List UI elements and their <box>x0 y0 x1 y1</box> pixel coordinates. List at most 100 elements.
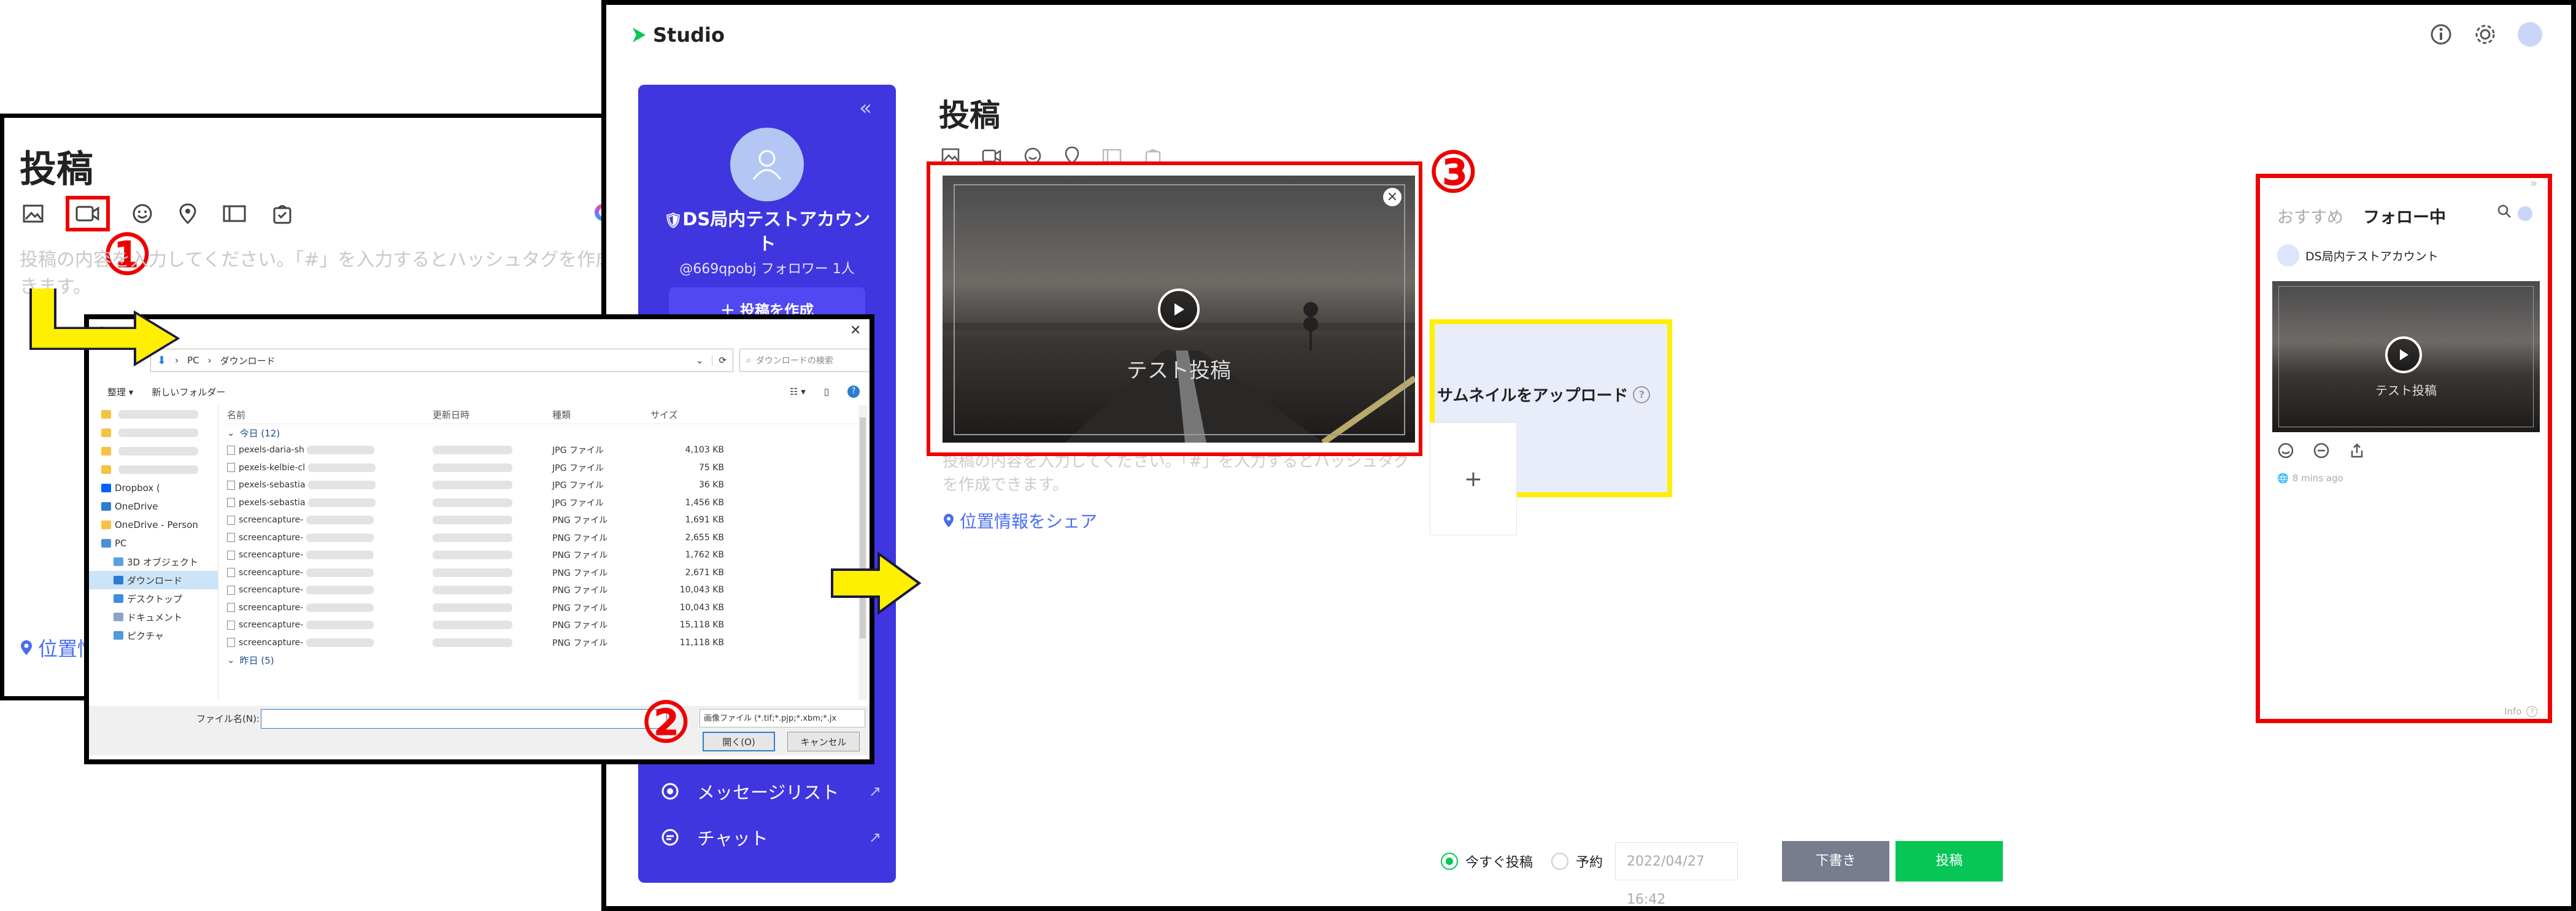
nav-item-label: ダウンロード <box>127 575 183 586</box>
nav-item[interactable]: 3D オブジェクト <box>89 552 218 571</box>
dialog-titlebar: 開く ✕ <box>89 319 870 345</box>
settings-icon[interactable] <box>2473 22 2497 47</box>
filename-bar: ファイル名(N): 画像ファイル (*.tif;*.pjp;*.xbm;*.jx… <box>89 695 870 755</box>
globe-icon: 🌐 <box>2277 473 2289 484</box>
nav-item[interactable] <box>89 424 218 442</box>
cancel-button[interactable]: キャンセル <box>787 732 860 751</box>
post-content-input[interactable]: 投稿の内容を入力してください。「#」を入力するとハッシュタグを作成できます。 <box>943 450 1421 497</box>
document-icon <box>114 613 123 621</box>
studio-topbar: Studio <box>606 5 2571 66</box>
blurred-text <box>118 428 198 437</box>
file-row[interactable]: screencapture- PNG ファイル 1,691 KB <box>221 511 859 529</box>
post-button[interactable]: 投稿 <box>1895 841 2003 882</box>
file-row[interactable]: pexels-sebastia JPG ファイル 36 KB <box>221 476 859 494</box>
emoji-icon[interactable] <box>2277 442 2294 459</box>
nav-item[interactable]: OneDrive - Person <box>89 516 218 534</box>
file-row[interactable]: screencapture- PNG ファイル 11,118 KB <box>221 634 859 652</box>
blurred-text <box>308 498 376 507</box>
col-type[interactable]: 種類 <box>552 408 650 421</box>
preview-video[interactable]: テスト投稿 <box>2272 281 2540 432</box>
nav-item[interactable]: ピクチャ <box>89 626 218 645</box>
breadcrumb-current[interactable]: ダウンロード <box>220 354 276 367</box>
nav-item[interactable]: Dropbox ( <box>89 479 218 497</box>
nav-item[interactable] <box>89 460 218 479</box>
blurred-text <box>306 621 374 630</box>
search-icon[interactable] <box>2497 204 2512 219</box>
organize-button[interactable]: 整理 ▾ <box>107 386 133 398</box>
blurred-text <box>306 533 374 542</box>
file-row[interactable]: screencapture- PNG ファイル 1,762 KB <box>221 546 859 564</box>
play-icon[interactable] <box>2385 336 2422 373</box>
preview-expand-icon[interactable]: » <box>2530 176 2537 190</box>
image-icon[interactable] <box>23 204 44 223</box>
open-button[interactable]: 開く(O) <box>703 732 775 751</box>
schedule-datetime-input[interactable]: 2022/04/27 16:42 <box>1615 842 1738 906</box>
file-row[interactable]: screencapture- PNG ファイル 2,655 KB <box>221 529 859 547</box>
share-icon[interactable] <box>2348 442 2366 459</box>
new-folder-button[interactable]: 新しいフォルダー <box>152 386 225 398</box>
blurred-text <box>306 516 374 525</box>
remove-video-icon[interactable]: × <box>1383 188 1402 206</box>
location-share-link[interactable]: 位置情報をシェア <box>943 508 1097 533</box>
col-date[interactable]: 更新日時 <box>433 408 552 421</box>
close-icon[interactable]: ✕ <box>850 323 861 338</box>
file-name: screencapture- <box>221 638 433 648</box>
help-icon[interactable]: ? <box>1633 386 1651 403</box>
location-icon[interactable] <box>179 203 197 225</box>
menu-chat[interactable]: チャット ↗ <box>660 824 881 850</box>
view-options-icon[interactable]: ☷ ▾ <box>790 386 806 397</box>
layout-icon[interactable]: ▯ <box>824 386 829 397</box>
menu-message-list[interactable]: メッセージリスト ↗ <box>660 778 881 804</box>
card-icon[interactable] <box>223 204 246 223</box>
nav-item[interactable]: デスクトップ <box>89 589 218 608</box>
col-name[interactable]: 名前 <box>221 408 433 421</box>
nav-item[interactable]: PC <box>89 534 218 552</box>
file-row[interactable]: pexels-daria-sh JPG ファイル 4,103 KB <box>221 441 859 459</box>
file-type: PNG ファイル <box>552 621 608 631</box>
file-rows: pexels-daria-sh JPG ファイル 4,103 KB pexels-k… <box>221 441 859 651</box>
uploaded-video[interactable]: × テスト投稿 <box>943 176 1415 443</box>
refresh-icon[interactable]: ⟳ <box>712 355 733 366</box>
comment-icon[interactable] <box>2313 442 2330 459</box>
file-name: pexels-sebastia <box>221 498 433 508</box>
blurred-text <box>433 568 512 577</box>
emoji-icon[interactable] <box>132 203 153 224</box>
file-row[interactable]: screencapture- PNG ファイル 10,043 KB <box>221 581 859 599</box>
play-icon[interactable] <box>1158 289 1200 330</box>
file-type: JPG ファイル <box>552 446 604 456</box>
group-yesterday[interactable]: ⌄ 昨日 (5) <box>221 651 859 669</box>
post-now-label: 今すぐ投稿 <box>1465 855 1533 870</box>
thumbnail-upload-button[interactable]: + <box>1430 422 1517 535</box>
schedule-radio[interactable] <box>1551 853 1569 870</box>
nav-item[interactable]: ダウンロード <box>89 571 218 589</box>
file-size: 75 KB <box>698 462 724 473</box>
file-row[interactable]: screencapture- PNG ファイル 15,118 KB <box>221 616 859 634</box>
help-icon[interactable]: ? <box>847 386 860 398</box>
nav-item[interactable]: OneDrive <box>89 497 218 516</box>
filetype-select[interactable]: 画像ファイル (*.tif;*.pjp;*.xbm;*.jx <box>700 709 865 727</box>
file-row[interactable]: screencapture- PNG ファイル 2,671 KB <box>221 564 859 582</box>
file-row[interactable]: pexels-kelbie-cl JPG ファイル 75 KB <box>221 459 859 477</box>
group-today[interactable]: ⌄ 今日 (12) <box>221 424 859 441</box>
col-size[interactable]: サイズ <box>650 408 724 421</box>
draft-button[interactable]: 下書き <box>1782 841 1890 882</box>
nav-item[interactable]: ドキュメント <box>89 608 218 626</box>
info-icon[interactable] <box>2430 23 2452 45</box>
nav-item[interactable] <box>89 442 218 460</box>
studio-logo[interactable]: Studio <box>631 23 725 47</box>
search-input[interactable]: ⌕ ダウンロードの検索 <box>739 349 870 372</box>
page-title: 投稿 <box>939 98 1000 133</box>
file-row[interactable]: pexels-sebastia JPG ファイル 1,456 KB <box>221 494 859 512</box>
file-row[interactable]: screencapture- PNG ファイル 10,043 KB <box>221 599 859 617</box>
preview-info[interactable]: Info ? <box>2504 706 2538 717</box>
preview-tab-following[interactable]: フォロー中 <box>2363 204 2446 228</box>
shopping-bag-icon[interactable] <box>272 203 293 224</box>
preview-tab-recommended[interactable]: おすすめ <box>2277 204 2343 228</box>
nav-item[interactable] <box>89 405 218 424</box>
address-bar[interactable]: ⬇ › PC › ダウンロード ⌄ ⟳ <box>150 349 733 372</box>
collapse-sidebar-icon[interactable]: « <box>859 96 872 120</box>
breadcrumb-pc[interactable]: PC <box>187 355 199 366</box>
post-now-radio[interactable] <box>1441 853 1458 870</box>
filename-input[interactable] <box>261 709 667 729</box>
user-avatar[interactable] <box>2518 22 2542 47</box>
